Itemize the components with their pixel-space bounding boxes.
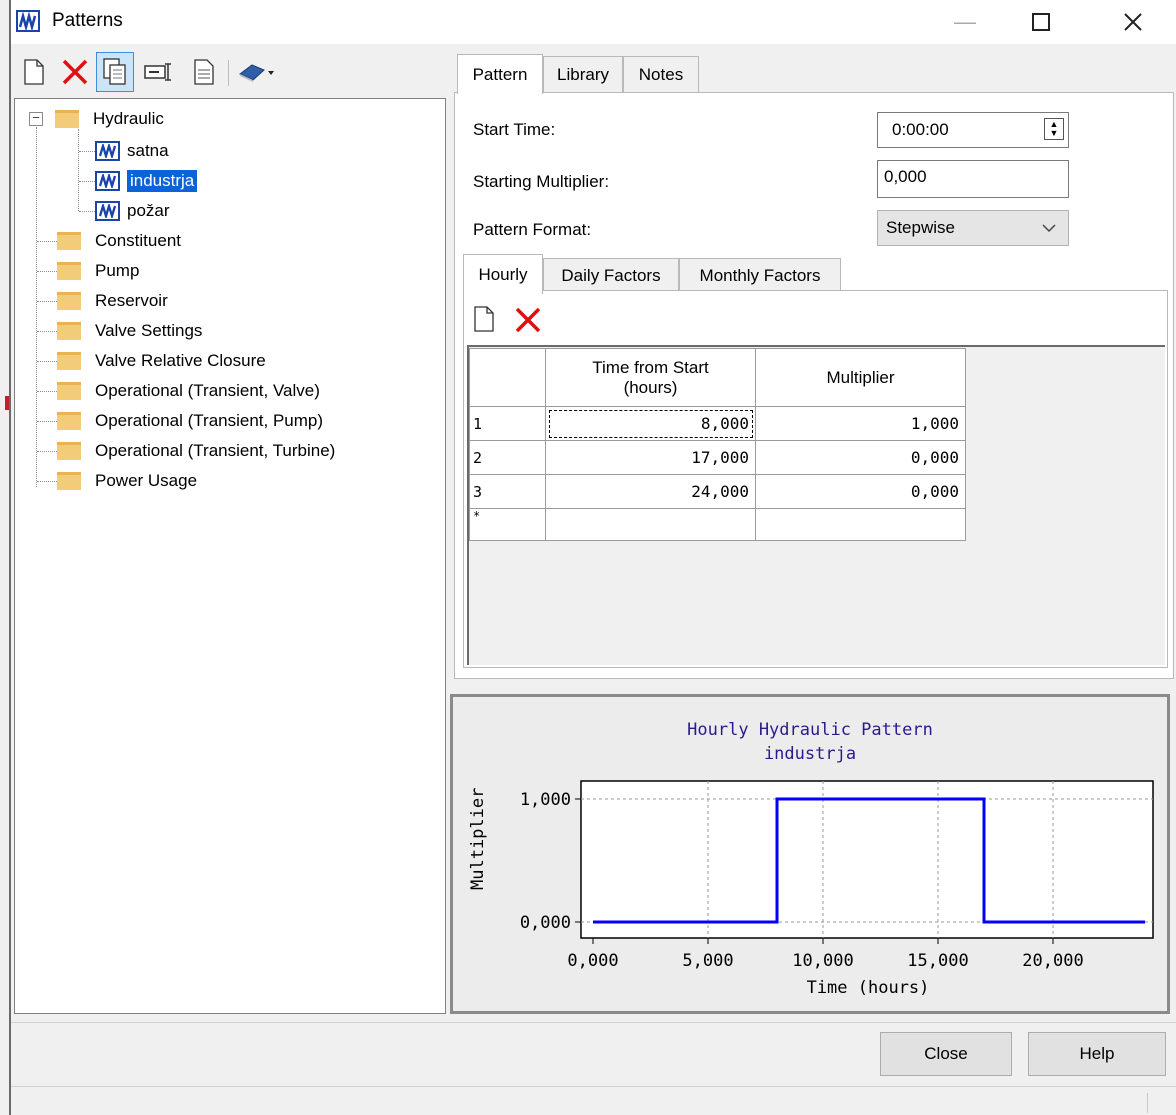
tab-pattern[interactable]: Pattern <box>457 54 543 94</box>
status-bar-divider <box>1147 1093 1148 1113</box>
x-tick-label: 20,000 <box>1022 951 1083 971</box>
plot-area <box>580 780 1154 939</box>
subtab-hourly[interactable]: Hourly <box>463 254 543 294</box>
x-tick-label: 5,000 <box>682 951 733 971</box>
x-tick-label: 0,000 <box>567 951 618 971</box>
y-tick-label: 0,000 <box>520 913 571 933</box>
chart-plot: 0,000 5,000 10,000 15,000 20,000 0,000 1,000 <box>520 780 1154 971</box>
x-tick-label: 10,000 <box>792 951 853 971</box>
footer-separator <box>11 1022 1176 1023</box>
status-bar <box>11 1086 1176 1115</box>
y-tick-label: 1,000 <box>520 790 571 810</box>
help-button[interactable]: Help <box>1028 1032 1166 1076</box>
x-tick-label: 15,000 <box>907 951 968 971</box>
close-button[interactable]: Close <box>880 1032 1012 1076</box>
